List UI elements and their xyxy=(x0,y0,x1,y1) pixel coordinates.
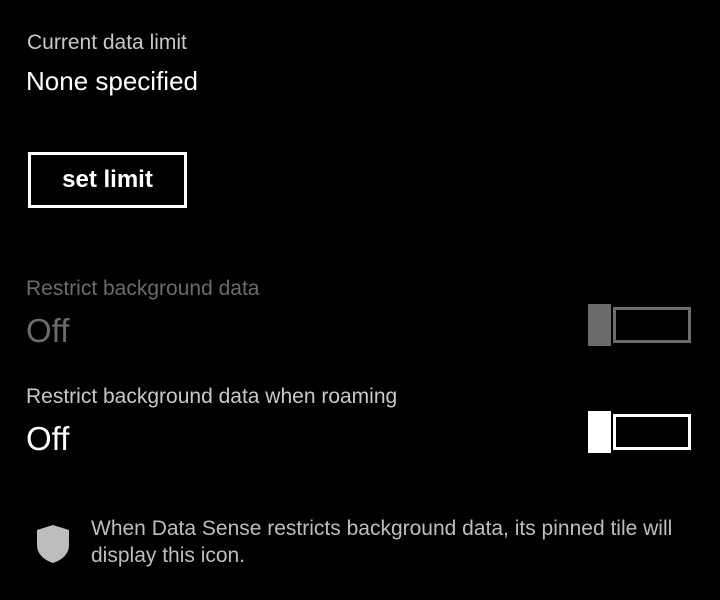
data-sense-info-text: When Data Sense restricts background dat… xyxy=(91,517,673,567)
restrict-roaming-data-toggle[interactable] xyxy=(588,411,691,453)
toggle-thumb xyxy=(588,411,611,453)
restrict-background-data-status: Off xyxy=(26,312,70,349)
restrict-background-data-toggle[interactable] xyxy=(588,304,691,346)
restrict-background-data-label: Restrict background data xyxy=(26,277,260,300)
data-limit-label: Current data limit xyxy=(27,31,187,54)
toggle-track xyxy=(613,307,691,343)
data-limit-value: None specified xyxy=(26,66,198,96)
set-limit-button[interactable]: set limit xyxy=(28,152,187,208)
restrict-roaming-data-status: Off xyxy=(26,420,70,457)
shield-icon xyxy=(37,525,69,563)
restrict-roaming-data-label: Restrict background data when roaming xyxy=(26,385,398,408)
toggle-thumb xyxy=(588,304,611,346)
toggle-track xyxy=(613,414,691,450)
